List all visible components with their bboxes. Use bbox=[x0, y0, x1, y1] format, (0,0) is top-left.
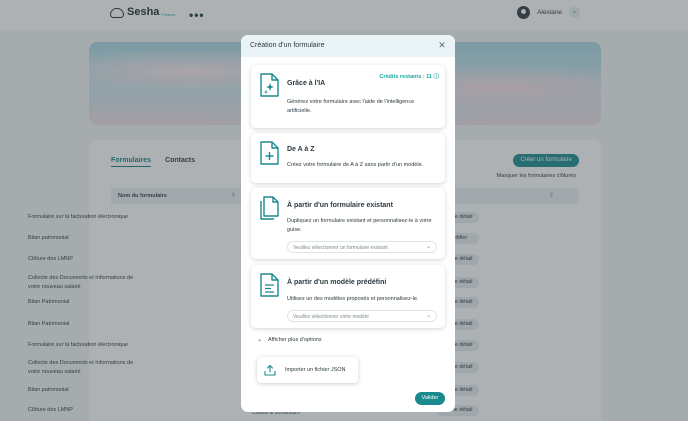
upload-icon bbox=[264, 364, 276, 376]
import-json-label: Importer un fichier JSON bbox=[285, 367, 346, 373]
modal-header: Création d'un formulaire ✕ bbox=[241, 35, 455, 57]
select-placeholder: Veuillez sélectionner un formulaire exis… bbox=[293, 245, 388, 251]
import-json-button[interactable]: Importer un fichier JSON bbox=[257, 357, 358, 383]
option-from-existing[interactable]: À partir d'un formulaire existant Dupliq… bbox=[251, 188, 445, 259]
close-icon[interactable]: ✕ bbox=[437, 40, 447, 50]
existing-form-select[interactable]: Veuillez sélectionner un formulaire exis… bbox=[287, 241, 437, 253]
template-doc-icon bbox=[260, 273, 279, 297]
template-select[interactable]: Veuillez sélectionner votre modèle ⌄ bbox=[287, 310, 437, 322]
option-title: Grâce à l'IA bbox=[287, 80, 326, 87]
add-doc-icon bbox=[260, 141, 279, 165]
credits-remaining: Crédits restants : 11 ⓘ bbox=[379, 74, 439, 80]
option-description: Utilisez un des modèles proposés et pers… bbox=[287, 296, 419, 302]
select-placeholder: Veuillez sélectionner votre modèle bbox=[293, 314, 369, 320]
option-title: De A à Z bbox=[287, 146, 315, 153]
create-form-modal: Création d'un formulaire ✕ Grâce à l'IA … bbox=[241, 35, 455, 412]
option-from-template[interactable]: À partir d'un modèle prédéfini Utilisez … bbox=[251, 265, 445, 328]
option-description: Créez votre formulaire de A à Z sans par… bbox=[287, 162, 424, 168]
option-ai[interactable]: Grâce à l'IA Crédits restants : 11 ⓘ Gén… bbox=[251, 65, 445, 128]
option-from-scratch[interactable]: De A à Z Créez votre formulaire de A à Z… bbox=[251, 133, 445, 183]
chevron-down-icon: ⌄ bbox=[425, 313, 431, 319]
ai-sparkle-doc-icon bbox=[260, 73, 279, 97]
show-more-options-label: Afficher plus d'options bbox=[268, 336, 322, 343]
modal-title: Création d'un formulaire bbox=[250, 42, 325, 49]
show-more-options[interactable]: ⌄ Afficher plus d'options bbox=[257, 336, 322, 344]
option-title: À partir d'un formulaire existant bbox=[287, 202, 393, 209]
chevron-down-icon: ⌄ bbox=[425, 244, 431, 250]
option-description: Dupliquez un formulaire existant et pers… bbox=[287, 218, 432, 233]
option-description: Générez votre formulaire avec l'aide de … bbox=[287, 99, 415, 114]
validate-button[interactable]: Valider bbox=[415, 392, 445, 405]
duplicate-doc-icon bbox=[260, 196, 279, 220]
option-title: À partir d'un modèle prédéfini bbox=[287, 279, 387, 286]
chevron-down-icon: ⌄ bbox=[257, 337, 263, 343]
